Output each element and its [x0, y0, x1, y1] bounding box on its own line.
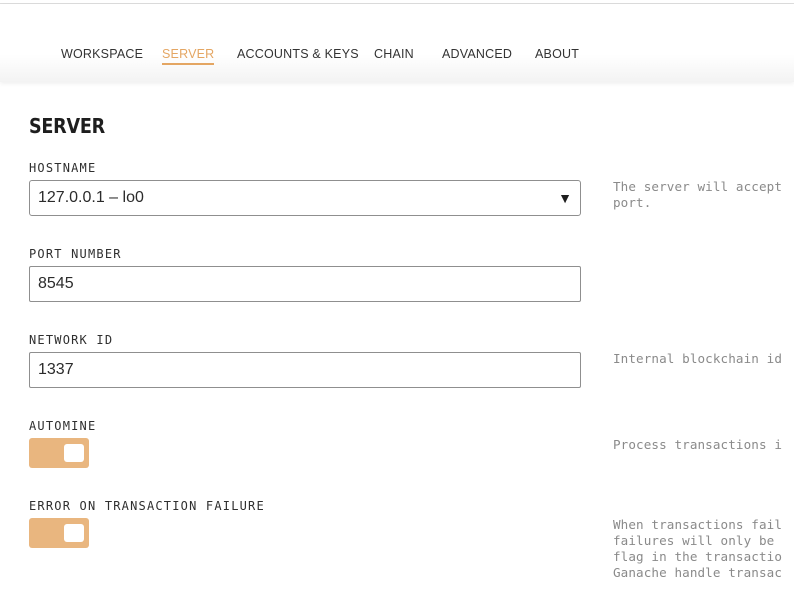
error-on-failure-help-text: When transactions fail failures will onl… — [613, 517, 783, 580]
port-number-value: 8545 — [38, 275, 74, 292]
page-title: SERVER — [29, 114, 105, 138]
port-number-input[interactable]: 8545 — [29, 266, 581, 302]
automine-help-text: Process transactions i — [613, 437, 783, 452]
dropdown-arrow-icon[interactable]: ▼ — [558, 181, 572, 215]
hostname-value: 127.0.0.1 – lo0 — [38, 189, 144, 206]
tab-advanced[interactable]: ADVANCED — [442, 46, 512, 62]
automine-toggle[interactable] — [29, 438, 89, 468]
error-on-failure-label: ERROR ON TRANSACTION FAILURE — [29, 499, 265, 513]
toggle-knob — [64, 524, 84, 542]
hostname-label: HOSTNAME — [29, 161, 97, 175]
hostname-help-text: The server will accept port. — [613, 179, 783, 210]
tab-chain[interactable]: CHAIN — [374, 46, 414, 62]
network-id-label: NETWORK ID — [29, 333, 114, 347]
automine-label: AUTOMINE — [29, 419, 97, 433]
settings-tab-bar: WORKSPACE SERVER ACCOUNTS & KEYS CHAIN A… — [0, 4, 794, 82]
toggle-knob — [64, 444, 84, 462]
tab-workspace[interactable]: WORKSPACE — [61, 46, 143, 62]
network-id-help-text: Internal blockchain id — [613, 351, 783, 366]
tab-about[interactable]: ABOUT — [535, 46, 579, 62]
error-on-failure-toggle[interactable] — [29, 518, 89, 548]
network-id-input[interactable]: 1337 — [29, 352, 581, 388]
hostname-select[interactable]: 127.0.0.1 – lo0 ▼ — [29, 180, 581, 216]
tab-server[interactable]: SERVER — [162, 46, 215, 65]
tab-accounts-keys[interactable]: ACCOUNTS & KEYS — [237, 46, 359, 62]
network-id-value: 1337 — [38, 361, 74, 378]
port-number-label: PORT NUMBER — [29, 247, 122, 261]
